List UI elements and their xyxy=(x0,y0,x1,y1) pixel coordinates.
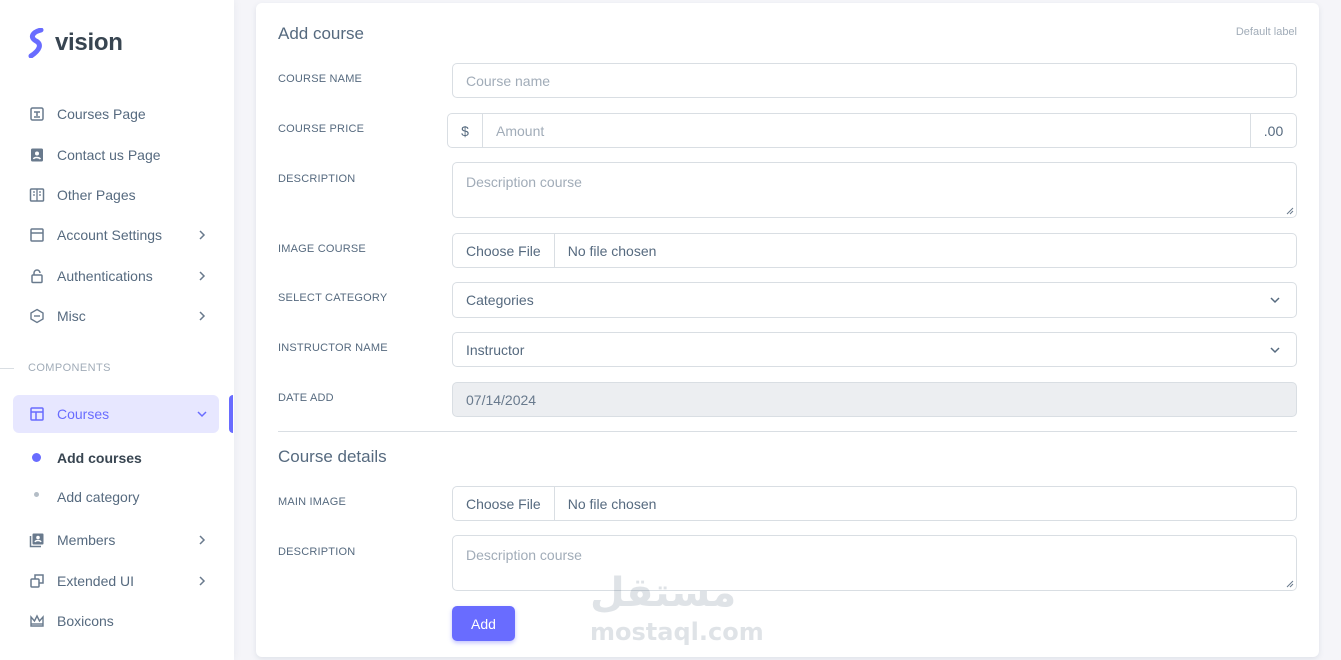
card-icon xyxy=(29,106,45,122)
members-icon xyxy=(29,532,45,548)
section-divider xyxy=(0,368,14,369)
watermark-latin: mostaql.com xyxy=(590,618,764,646)
instructor-name-label: INSTRUCTOR NAME xyxy=(278,342,388,354)
sidebar-item-label: Extended UI xyxy=(57,573,135,589)
main-image-file-input[interactable]: Choose File No file chosen xyxy=(452,486,1297,521)
description-textarea[interactable]: Description course xyxy=(452,162,1297,218)
brand[interactable]: vision xyxy=(27,28,123,58)
course-price-label: COURSE PRICE xyxy=(278,123,365,135)
bullet-icon xyxy=(34,492,39,497)
chevron-down-icon xyxy=(1270,297,1280,304)
copy-icon xyxy=(29,573,45,589)
select-category-label: SELECT CATEGORY xyxy=(278,292,388,304)
category-value: Categories xyxy=(466,292,534,308)
price-prefix: $ xyxy=(448,114,483,147)
category-select[interactable]: Categories xyxy=(452,282,1297,318)
description-label: DESCRIPTION xyxy=(278,173,356,185)
sidebar-item-members[interactable]: Members xyxy=(13,521,219,559)
brand-name: vision xyxy=(55,29,123,56)
active-indicator xyxy=(229,395,233,433)
sidebar: vision Courses Page Contact us Page Othe… xyxy=(0,0,234,660)
section-header-components: COMPONENTS xyxy=(28,362,111,374)
details-description-placeholder: Description course xyxy=(466,547,582,563)
resize-handle-icon[interactable] xyxy=(1286,207,1294,215)
price-suffix: .00 xyxy=(1250,114,1296,147)
chevron-right-icon xyxy=(199,311,206,321)
book-open-icon xyxy=(29,187,45,203)
sidebar-item-label: Authentications xyxy=(57,268,153,284)
sidebar-item-label: Courses xyxy=(57,406,110,422)
file-status: No file chosen xyxy=(567,495,657,512)
sidebar-item-boxicons[interactable]: Boxicons xyxy=(13,602,219,640)
default-label: Default label xyxy=(1235,26,1297,38)
sidebar-item-label: Account Settings xyxy=(57,227,163,243)
sidebar-subitem-add-category[interactable]: Add category xyxy=(57,489,140,505)
date-add-field: 07/14/2024 xyxy=(452,382,1297,417)
date-add-label: DATE ADD xyxy=(278,392,334,404)
sidebar-item-label: Courses Page xyxy=(57,106,146,122)
add-course-card: Add course Default label COURSE NAME Cou… xyxy=(256,3,1319,657)
date-add-value: 07/14/2024 xyxy=(466,391,537,408)
details-title: Course details xyxy=(278,447,387,466)
lock-icon xyxy=(29,268,45,284)
window-icon xyxy=(29,227,45,243)
sidebar-item-courses-page[interactable]: Courses Page xyxy=(13,95,219,133)
sidebar-item-label: Members xyxy=(57,532,116,548)
chevron-right-icon xyxy=(199,576,206,586)
choose-file-button[interactable]: Choose File xyxy=(453,234,555,267)
sidebar-item-label: Other Pages xyxy=(57,187,136,203)
add-button[interactable]: Add xyxy=(452,606,515,641)
sidebar-item-account-settings[interactable]: Account Settings xyxy=(13,216,219,254)
cube-icon xyxy=(29,308,45,324)
sidebar-item-extended-ui[interactable]: Extended UI xyxy=(13,562,219,600)
course-name-placeholder: Course name xyxy=(466,72,551,89)
details-description-textarea[interactable]: Description course xyxy=(452,535,1297,591)
sidebar-item-authentications[interactable]: Authentications xyxy=(13,257,219,295)
contact-book-icon xyxy=(29,147,45,163)
chevron-down-icon xyxy=(197,411,207,418)
description-placeholder: Description course xyxy=(466,174,582,190)
section-divider xyxy=(278,431,1297,432)
brand-logo-icon xyxy=(28,28,44,58)
course-price-group: $ Amount .00 xyxy=(447,113,1297,148)
sidebar-item-other-pages[interactable]: Other Pages xyxy=(13,176,219,214)
form-title: Add course xyxy=(278,24,364,43)
course-name-input[interactable]: Course name xyxy=(452,63,1297,98)
chevron-right-icon xyxy=(199,535,206,545)
details-description-label: DESCRIPTION xyxy=(278,546,356,558)
layout-icon xyxy=(29,406,45,422)
instructor-select[interactable]: Instructor xyxy=(452,332,1297,367)
sidebar-item-label: Boxicons xyxy=(57,613,114,629)
main-image-label: MAIN IMAGE xyxy=(278,496,347,508)
sidebar-subitem-add-courses[interactable]: Add courses xyxy=(57,450,142,466)
chevron-right-icon xyxy=(199,271,206,281)
bullet-active-icon xyxy=(32,453,41,462)
watermark-arabic: مستقل xyxy=(590,570,736,616)
course-name-label: COURSE NAME xyxy=(278,73,363,85)
instructor-value: Instructor xyxy=(466,341,525,358)
resize-handle-icon[interactable] xyxy=(1286,580,1294,588)
chevron-down-icon xyxy=(1270,346,1280,353)
watermark-logo: مستقل xyxy=(590,570,736,616)
image-course-label: IMAGE COURSE xyxy=(278,243,366,255)
sidebar-item-misc[interactable]: Misc xyxy=(13,297,219,335)
sidebar-item-label: Contact us Page xyxy=(57,147,161,163)
choose-file-button[interactable]: Choose File xyxy=(453,487,555,520)
sidebar-item-label: Misc xyxy=(57,308,86,324)
chevron-right-icon xyxy=(199,230,206,240)
image-course-file-input[interactable]: Choose File No file chosen xyxy=(452,233,1297,268)
price-amount-input[interactable]: Amount xyxy=(483,114,1250,147)
crown-icon xyxy=(29,613,45,629)
sidebar-item-courses[interactable]: Courses xyxy=(13,395,219,433)
watermark: مستقل mostaql.com xyxy=(590,568,764,648)
file-status: No file chosen xyxy=(567,242,657,259)
sidebar-item-contact-page[interactable]: Contact us Page xyxy=(13,136,219,174)
